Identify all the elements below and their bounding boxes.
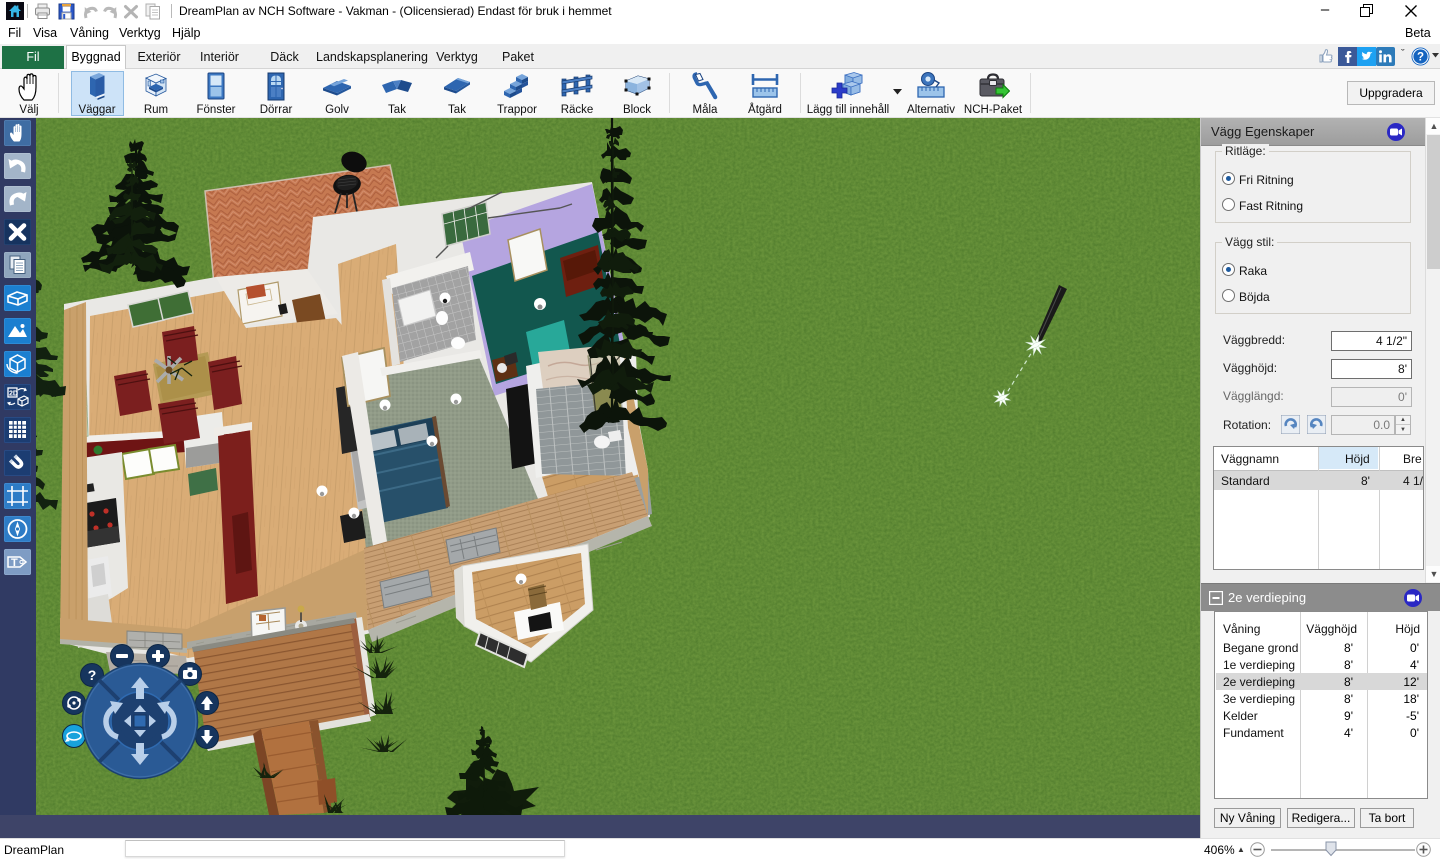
svg-text:T: T [11, 557, 18, 569]
svg-text:?: ? [1417, 52, 1424, 64]
svg-text:2D: 2D [9, 391, 18, 398]
svg-text:?: ? [88, 667, 97, 683]
